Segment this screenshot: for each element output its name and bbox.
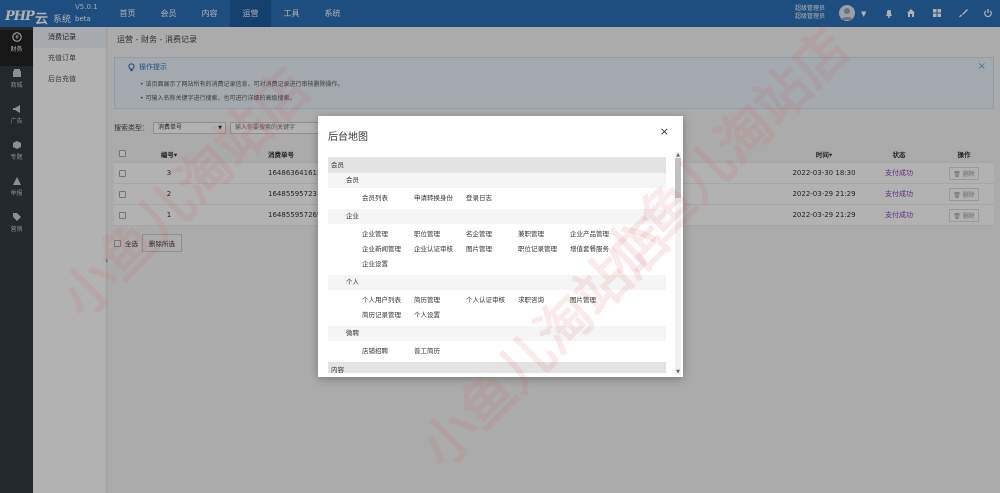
modal-close-button[interactable]: × (660, 125, 669, 138)
sitemap-items: 会员列表 申请转换身份 登录日志 (328, 188, 666, 209)
sitemap-items: 个人用户列表 简历管理 个人认证审核 求职咨询 图片管理 简历记录管理 个人设置 (328, 290, 666, 326)
sitemap-link[interactable]: 求职咨询 (518, 294, 570, 309)
sitemap-items: 店铺招聘 普工简历 (328, 341, 666, 362)
sitemap-link[interactable]: 兼职管理 (518, 228, 570, 243)
sitemap-link[interactable]: 店铺招聘 (362, 345, 414, 360)
sitemap-modal: 后台地图 × 会员 会员 会员列表 申请转换身份 登录日志 企业 企业管理 职位… (318, 116, 683, 377)
sitemap-section: 内容 (328, 362, 666, 373)
sitemap-link[interactable]: 普工简历 (414, 345, 466, 360)
sitemap-link[interactable]: 简历管理 (414, 294, 466, 309)
sitemap-link[interactable]: 图片管理 (570, 294, 622, 309)
scrollbar-thumb[interactable] (675, 158, 681, 198)
sitemap-group: 会员 (328, 173, 666, 188)
sitemap-link[interactable]: 个人认证审核 (466, 294, 518, 309)
sitemap-link[interactable]: 企业管理 (362, 228, 414, 243)
sitemap-link[interactable]: 企业新闻管理 (362, 243, 414, 258)
sitemap-link[interactable]: 简历记录管理 (362, 309, 414, 324)
sitemap-items: 企业管理 职位管理 名企管理 兼职管理 企业产品管理 企业新闻管理 企业认证审核… (328, 224, 666, 275)
sitemap-link[interactable]: 企业产品管理 (570, 228, 622, 243)
modal-scrollbar[interactable]: ▲ ▼ (675, 152, 681, 375)
sitemap-link[interactable]: 职位记录管理 (518, 243, 570, 258)
sitemap-group: 企业 (328, 209, 666, 224)
sitemap-link[interactable]: 申请转换身份 (414, 192, 466, 207)
sitemap-body: 会员 会员 会员列表 申请转换身份 登录日志 企业 企业管理 职位管理 名企管理… (328, 157, 666, 373)
sitemap-link[interactable]: 增值套餐服务 (570, 243, 622, 258)
sitemap-group: 微聘 (328, 326, 666, 341)
sitemap-link[interactable]: 名企管理 (466, 228, 518, 243)
sitemap-link[interactable]: 个人设置 (414, 309, 466, 324)
sitemap-link[interactable]: 职位管理 (414, 228, 466, 243)
sitemap-section: 会员 (328, 157, 666, 173)
sitemap-link[interactable]: 图片管理 (466, 243, 518, 258)
sitemap-group: 个人 (328, 275, 666, 290)
modal-title: 后台地图 (328, 132, 368, 143)
scroll-down-icon[interactable]: ▼ (675, 369, 681, 375)
sitemap-link[interactable]: 企业认证审核 (414, 243, 466, 258)
sitemap-link[interactable]: 企业设置 (362, 258, 414, 273)
sitemap-link[interactable]: 登录日志 (466, 192, 518, 207)
sitemap-link[interactable]: 会员列表 (362, 192, 414, 207)
sitemap-link[interactable]: 个人用户列表 (362, 294, 414, 309)
